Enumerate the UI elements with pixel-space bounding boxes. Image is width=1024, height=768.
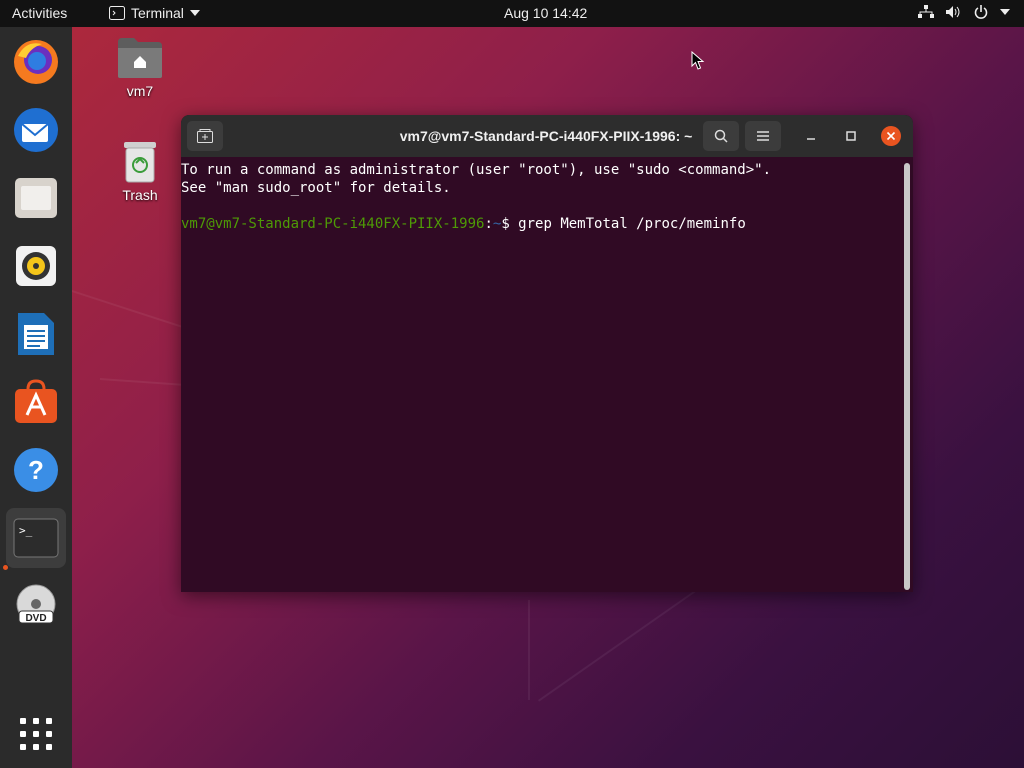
dock-rhythmbox[interactable] (6, 236, 66, 296)
firefox-icon (14, 40, 58, 84)
software-bag-icon (15, 379, 57, 423)
prompt-user: vm7@vm7-Standard-PC-i440FX-PIIX-1996 (181, 216, 485, 232)
new-tab-icon (197, 129, 213, 143)
dock: ? >_ DVD (0, 27, 72, 768)
terminal-small-icon (109, 6, 125, 20)
chevron-down-icon (189, 10, 200, 16)
wallpaper-line (528, 600, 530, 700)
network-icon (918, 5, 934, 18)
dock-files[interactable] (6, 168, 66, 228)
dock-firefox[interactable] (6, 32, 66, 92)
app-menu-label: Terminal (131, 5, 184, 21)
window-title: vm7@vm7-Standard-PC-i440FX-PIIX-1996: ~ (399, 128, 693, 144)
typed-command: grep MemTotal /proc/meminfo (518, 216, 746, 232)
dock-libreoffice-writer[interactable] (6, 304, 66, 364)
prompt-symbol: $ (501, 216, 519, 232)
trash-icon (124, 142, 156, 183)
show-applications-button[interactable] (6, 704, 66, 764)
terminal-prompt-line: vm7@vm7-Standard-PC-i440FX-PIIX-1996:~$ … (181, 215, 903, 233)
desktop-home-folder[interactable]: vm7 (100, 36, 180, 99)
dock-dvd[interactable]: DVD (6, 576, 66, 636)
search-button[interactable] (703, 121, 739, 151)
maximize-icon (846, 131, 856, 141)
app-menu[interactable]: Terminal (109, 5, 200, 21)
help-icon: ? (14, 448, 58, 492)
hamburger-menu-icon (757, 131, 769, 141)
menu-button[interactable] (745, 121, 781, 151)
app-grid-icon (20, 718, 52, 750)
svg-text:?: ? (28, 455, 44, 485)
prompt-separator: : (484, 216, 493, 232)
scrollbar[interactable] (904, 163, 910, 590)
system-tray[interactable] (918, 5, 1010, 19)
terminal-output[interactable]: To run a command as administrator (user … (181, 161, 903, 233)
svg-text:DVD: DVD (25, 613, 46, 624)
clock[interactable]: Aug 10 14:42 (504, 5, 587, 21)
close-button[interactable] (873, 121, 909, 151)
terminal-line: See "man sudo_root" for details. (181, 180, 451, 196)
minimize-icon (807, 138, 815, 140)
running-indicator (3, 565, 8, 570)
minimize-button[interactable] (793, 121, 829, 151)
search-icon (714, 129, 728, 143)
rhythmbox-icon (16, 246, 56, 286)
terminal-icon: >_ (13, 518, 59, 558)
desktop-trash[interactable]: Trash (100, 140, 180, 203)
chevron-down-icon (1000, 9, 1010, 15)
dvd-icon: DVD (16, 584, 56, 624)
dock-help[interactable]: ? (6, 440, 66, 500)
dock-terminal[interactable]: >_ (6, 508, 66, 568)
power-icon (974, 5, 988, 19)
files-icon (15, 178, 57, 218)
terminal-header-bar[interactable]: vm7@vm7-Standard-PC-i440FX-PIIX-1996: ~ (181, 115, 913, 157)
dock-thunderbird[interactable] (6, 100, 66, 160)
terminal-line: To run a command as administrator (user … (181, 162, 772, 178)
volume-icon (946, 6, 960, 18)
mouse-pointer-icon (691, 51, 705, 70)
desktop-icon-label: vm7 (126, 83, 154, 99)
thunderbird-icon (14, 108, 58, 152)
new-tab-button[interactable] (187, 121, 223, 151)
terminal-window[interactable]: vm7@vm7-Standard-PC-i440FX-PIIX-1996: ~ … (181, 115, 913, 592)
activities-button[interactable]: Activities (12, 5, 67, 21)
desktop-icon-label: Trash (122, 187, 158, 203)
top-bar: Activities Terminal Aug 10 14:42 (0, 0, 1024, 27)
writer-icon (18, 313, 54, 355)
home-folder-icon (118, 38, 162, 78)
maximize-button[interactable] (833, 121, 869, 151)
dock-ubuntu-software[interactable] (6, 372, 66, 432)
close-icon (881, 126, 901, 146)
svg-text:>_: >_ (19, 524, 33, 537)
